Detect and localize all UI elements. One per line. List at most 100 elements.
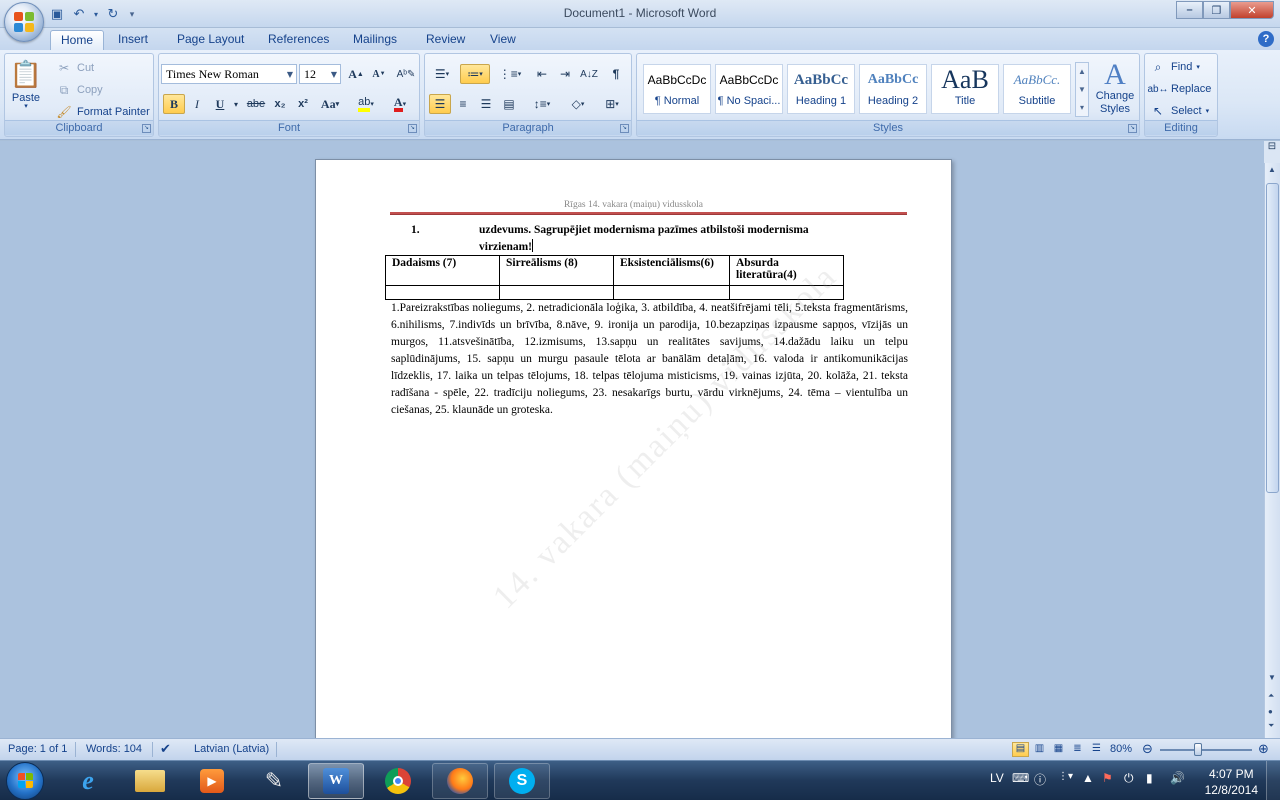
paint-icon[interactable]: ✎ [246,763,302,799]
grow-font-button[interactable]: A ▲ [345,64,367,84]
zoom-level[interactable]: 80% [1110,743,1132,755]
show-formatting-button[interactable]: ¶ [605,64,627,84]
strikethrough-button[interactable]: abe [245,94,267,114]
replace-button[interactable]: ab↔ Replace [1147,80,1211,98]
clipboard-launcher-icon[interactable]: ↘ [142,124,151,133]
zoom-slider-knob[interactable] [1194,743,1202,756]
tab-home[interactable]: Home [50,30,105,50]
page-count[interactable]: Page: 1 of 1 [8,743,67,755]
input-language[interactable]: LV [990,771,1004,785]
more-styles-icon[interactable]: ▾ [1076,99,1088,117]
bold-button[interactable]: B [163,94,185,114]
font-name-combo[interactable]: Times New Roman ▼ [161,64,297,84]
file-explorer-icon[interactable] [122,763,178,799]
outline-view-icon[interactable]: ≣ [1069,742,1086,757]
zoom-out-icon[interactable]: ⊖ [1142,741,1153,757]
style-title[interactable]: AaB Title [931,64,999,114]
numbering-button[interactable]: ≔ ▾ [460,64,490,84]
firefox-icon[interactable] [432,763,488,799]
start-button[interactable] [6,762,44,800]
tab-page-layout[interactable]: Page Layout [167,30,254,50]
language-indicator[interactable]: Latvian (Latvia) [194,743,269,755]
shrink-font-button[interactable]: A ▼ [368,64,390,84]
font-color-button[interactable]: A ▾ [385,94,415,114]
decrease-indent-button[interactable]: ⇤ [531,64,553,84]
help-tray-icon[interactable]: ⓘ [1034,771,1046,788]
justify-button[interactable]: ▤ [498,94,520,114]
change-case-button[interactable]: Aa ▾ [315,94,345,114]
web-layout-view-icon[interactable]: ▦ [1050,742,1067,757]
table-header-cell[interactable]: Dadaisms (7) [385,255,500,286]
underline-dropdown[interactable]: ▾ [231,94,241,114]
next-page-icon[interactable]: ⏷ [1268,721,1274,731]
tab-review[interactable]: Review [416,30,475,50]
volume-icon[interactable]: 🔊 [1170,771,1185,785]
chrome-icon[interactable] [370,763,426,799]
print-layout-view-icon[interactable]: ▤ [1012,742,1029,757]
align-center-button[interactable]: ≡ [452,94,474,114]
styles-launcher-icon[interactable]: ↘ [1128,124,1137,133]
vertical-scrollbar[interactable]: ▲ ▼ ⏶ ● ⏷ [1264,163,1280,738]
draft-view-icon[interactable]: ☰ [1088,742,1105,757]
select-browse-object-icon[interactable]: ● [1268,707,1273,716]
clock[interactable]: 4:07 PM 12/8/2014 [1205,766,1258,798]
align-right-button[interactable]: ☰ [475,94,497,114]
superscript-button[interactable]: x² [292,94,314,114]
paste-button[interactable]: 📋 Paste ▾ [10,58,42,111]
style-normal[interactable]: AaBbCcDc ¶ Normal [643,64,711,114]
table-cell[interactable] [499,285,614,300]
shading-button[interactable]: ◇ ▾ [563,94,593,114]
action-center-icon[interactable]: ⚑ [1102,771,1113,785]
italic-button[interactable]: I [186,94,208,114]
paragraph-launcher-icon[interactable]: ↘ [620,124,629,133]
document-page[interactable]: Rīgas 14. vakara (maiņu) vidusskola 1. u… [315,159,952,738]
media-player-icon[interactable]: ▶ [184,763,240,799]
word-taskbar-icon[interactable]: W [308,763,364,799]
internet-explorer-icon[interactable]: e [60,763,116,799]
tray-options-icon[interactable]: ⋮▾ [1058,771,1073,782]
font-launcher-icon[interactable]: ↘ [408,124,417,133]
zoom-in-icon[interactable]: ⊕ [1258,741,1269,757]
font-size-combo[interactable]: 12 ▼ [299,64,341,84]
cut-button[interactable]: ✂ Cut [55,59,94,77]
select-button[interactable]: ↖ Select ▾ [1149,102,1209,120]
sort-button[interactable]: A↓Z [578,64,600,84]
style-heading-1[interactable]: AaBbCc Heading 1 [787,64,855,114]
scroll-thumb[interactable] [1266,183,1279,493]
document-area[interactable]: Rīgas 14. vakara (maiņu) vidusskola 1. u… [0,141,1264,738]
previous-page-icon[interactable]: ⏶ [1268,691,1274,701]
help-icon[interactable]: ? [1258,31,1274,47]
show-desktop-button[interactable] [1266,761,1280,800]
keyboard-icon[interactable]: ⌨ [1012,771,1029,785]
format-painter-button[interactable]: 🖌 Format Painter [55,103,149,121]
style-no-spacing[interactable]: AaBbCcDc ¶ No Spaci... [715,64,783,114]
tab-references[interactable]: References [258,30,339,50]
office-button[interactable] [4,2,44,42]
scroll-up-icon[interactable]: ▲ [1268,165,1276,174]
line-spacing-button[interactable]: ↕≡ ▾ [527,94,557,114]
scroll-down-icon[interactable]: ▼ [1268,673,1276,682]
table-header-cell[interactable]: Sirreālisms (8) [499,255,614,286]
style-subtitle[interactable]: AaBbCc. Subtitle [1003,64,1071,114]
chevron-up-icon[interactable]: ▲ [1076,63,1088,81]
skype-icon[interactable]: S [494,763,550,799]
clear-formatting-button[interactable]: Aᵇ✎ [395,64,417,84]
table-header-cell[interactable]: Eksistenciālisms(6) [613,255,730,286]
restore-button[interactable]: ❐ [1203,1,1230,19]
table-cell[interactable] [385,285,500,300]
styles-gallery-scroll[interactable]: ▲ ▼ ▾ [1075,62,1089,117]
close-button[interactable]: ✕ [1230,1,1274,19]
align-left-button[interactable]: ☰ [429,94,451,114]
table-cell[interactable] [613,285,730,300]
proofing-icon[interactable]: ✔ [160,741,171,757]
change-styles-button[interactable]: A Change Styles [1091,58,1139,116]
subscript-button[interactable]: x₂ [269,94,291,114]
show-hidden-icons-icon[interactable]: ▲ [1082,771,1094,785]
underline-button[interactable]: U [209,94,231,114]
multilevel-list-button[interactable]: ⋮≡ ▾ [495,64,525,84]
bullets-button[interactable]: ☰ ▾ [427,64,457,84]
increase-indent-button[interactable]: ⇥ [554,64,576,84]
zoom-slider[interactable] [1160,749,1252,751]
find-button[interactable]: ⌕ Find ▾ [1149,58,1200,76]
view-ruler-icon[interactable]: ⊟ [1264,141,1280,163]
